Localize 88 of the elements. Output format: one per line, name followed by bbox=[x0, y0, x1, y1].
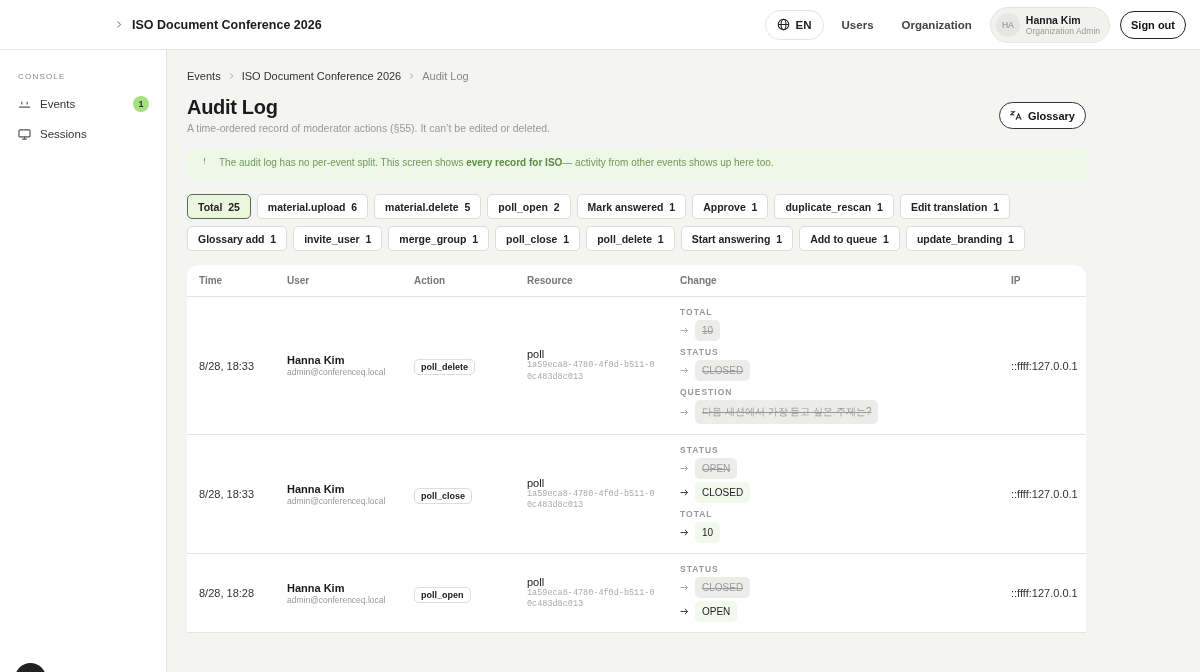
value-chip: CLOSED bbox=[695, 482, 751, 503]
action-tag: poll_close bbox=[414, 487, 472, 504]
nav-link[interactable]: Users bbox=[831, 18, 884, 31]
user-role: Organization Admin bbox=[1025, 25, 1100, 36]
field-label: TOTAL bbox=[680, 509, 714, 519]
filter-chip[interactable]: poll_open 2 bbox=[487, 194, 571, 219]
chevron-icon bbox=[409, 72, 415, 80]
language-button[interactable]: EN bbox=[764, 9, 824, 40]
filter-chip[interactable]: Total 25 bbox=[187, 194, 251, 219]
column-header: Resource bbox=[527, 275, 574, 286]
table-cell-text: 8/28, 18:33 bbox=[199, 488, 256, 500]
user-email: admin@conferenceq.local bbox=[287, 495, 387, 506]
nav-link[interactable]: Organization bbox=[891, 18, 982, 31]
field-label: QUESTION bbox=[680, 387, 734, 397]
arrow-icon bbox=[680, 367, 689, 374]
user-email: admin@conferenceq.local bbox=[287, 367, 387, 377]
field-label: STATUS bbox=[680, 445, 720, 455]
field-label: TOTAL bbox=[680, 307, 714, 317]
value-chip: 10 bbox=[695, 320, 721, 341]
column-header: Action bbox=[414, 275, 447, 286]
translate-icon bbox=[1009, 110, 1022, 121]
action-tag: poll_open bbox=[414, 586, 471, 603]
chevron-icon bbox=[228, 72, 234, 80]
user-name: Hanna Kim bbox=[287, 354, 346, 366]
globe-icon bbox=[776, 18, 790, 31]
page-subtitle: A time-ordered record of moderator actions (§55). It can’t be edited or deleted. bbox=[187, 122, 551, 134]
resource-id: 1a59eca8-4780-4f0d-b511-00c483d8c013 bbox=[527, 587, 656, 611]
arrow-icon bbox=[680, 327, 689, 334]
value-chip: 10 bbox=[695, 522, 721, 543]
filter-chip[interactable]: poll_delete 1 bbox=[586, 226, 675, 251]
user-email: admin@conferenceq.local bbox=[287, 594, 387, 605]
breadcrumb-link[interactable]: ISO Document Conference 2026 bbox=[241, 70, 402, 82]
resource-id: 1a59eca8-4780-4f0d-b511-00c483d8c013 bbox=[527, 360, 656, 383]
column-header: Change bbox=[680, 275, 718, 286]
filter-chip[interactable]: Glossary add 1 bbox=[187, 226, 288, 251]
breadcrumb-link[interactable]: Events bbox=[187, 70, 221, 82]
filter-chip[interactable]: Edit translation 1 bbox=[899, 194, 1010, 219]
resource-type: poll bbox=[527, 575, 545, 588]
column-header: Time bbox=[199, 275, 224, 286]
filter-chip[interactable]: material.delete 5 bbox=[374, 194, 482, 219]
filter-chip[interactable]: Approve 1 bbox=[692, 194, 769, 219]
notice-text: The audit log has no per-event split. This screen shows every record for ISO— activity from other events shows up here too. bbox=[219, 157, 774, 168]
filter-chip[interactable]: merge_group 1 bbox=[388, 226, 490, 251]
filter-chip[interactable]: Add to queue 1 bbox=[799, 226, 900, 251]
filter-chip[interactable]: poll_close 1 bbox=[495, 226, 581, 251]
field-label: STATUS bbox=[680, 347, 720, 357]
arrow-icon bbox=[680, 465, 689, 472]
arrow-icon bbox=[680, 408, 689, 416]
user-menu[interactable]: HA Hanna Kim Organization Admin bbox=[989, 6, 1110, 43]
sign-out-button[interactable]: Sign out bbox=[1120, 10, 1186, 39]
sidebar-item[interactable]: Events 1 bbox=[18, 89, 149, 119]
chevron-icon[interactable] bbox=[116, 20, 122, 29]
value-chip: 다음 세션에서 가장 듣고 싶은 주제는? bbox=[695, 400, 879, 424]
filter-chip[interactable]: material.upload 6 bbox=[256, 194, 369, 219]
user-name: Hanna Kim bbox=[287, 482, 346, 495]
value-chip: CLOSED bbox=[695, 360, 751, 381]
info-icon bbox=[203, 157, 206, 165]
monitor-icon bbox=[18, 128, 31, 140]
user-name: Hanna Kim bbox=[1025, 13, 1082, 26]
sidebar-item[interactable]: Sessions bbox=[18, 119, 149, 149]
column-header: User bbox=[287, 275, 311, 286]
filter-chip[interactable]: update_branding 1 bbox=[905, 226, 1025, 251]
user-avatar: HA bbox=[995, 12, 1020, 37]
resource-type: poll bbox=[527, 476, 545, 489]
arrow-icon bbox=[680, 529, 689, 536]
table-cell-text: 8/28, 18:28 bbox=[199, 587, 256, 599]
arrow-icon bbox=[680, 584, 689, 591]
user-name: Hanna Kim bbox=[287, 581, 346, 594]
value-chip: OPEN bbox=[695, 458, 738, 479]
page-title: Audit Log bbox=[187, 96, 279, 119]
resource-id: 1a59eca8-4780-4f0d-b511-00c483d8c013 bbox=[527, 488, 656, 512]
arrow-icon bbox=[680, 608, 689, 615]
value-chip: CLOSED bbox=[695, 577, 751, 598]
column-header: IP bbox=[1011, 275, 1022, 286]
filter-chip[interactable]: invite_user 1 bbox=[293, 226, 383, 251]
filter-chip[interactable]: Start answering 1 bbox=[680, 226, 794, 251]
glossary-button[interactable]: Glossary bbox=[998, 102, 1086, 129]
resource-type: poll bbox=[527, 348, 545, 361]
event-title: ISO Document Conference 2026 bbox=[132, 17, 322, 32]
value-chip: OPEN bbox=[695, 601, 738, 622]
action-tag: poll_delete bbox=[414, 359, 475, 375]
count-badge: 1 bbox=[133, 96, 149, 112]
filter-chip[interactable]: Mark answered 1 bbox=[576, 194, 687, 219]
filter-chip[interactable]: duplicate_rescan 1 bbox=[774, 194, 894, 219]
table-cell-text: 8/28, 18:33 bbox=[199, 359, 256, 372]
sidebar-section-label: CONSOLE bbox=[18, 72, 67, 81]
field-label: STATUS bbox=[680, 564, 720, 574]
arrow-icon bbox=[680, 489, 689, 496]
